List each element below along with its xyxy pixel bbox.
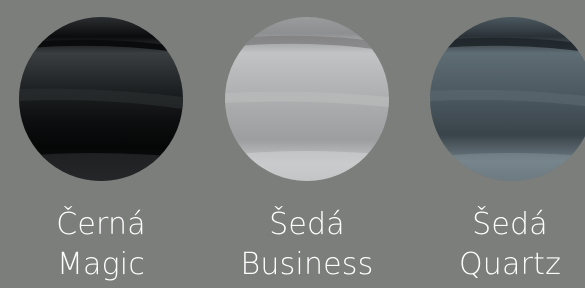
color-swatch-seda-quartz[interactable] [430,17,585,181]
color-name-line2: Business [240,247,374,282]
black-paint-sample [19,17,183,181]
color-name-line1: Černá [56,207,146,242]
color-swatch-seda-business[interactable] [225,17,389,181]
color-label-cerna-magic: Černá Magic [1,205,201,285]
grey-paint-sample [225,17,389,181]
color-label-seda-quartz: Šedá Quartz [410,205,585,285]
color-swatch-cerna-magic[interactable] [19,17,183,181]
color-label-seda-business: Šedá Business [207,205,407,285]
color-name-line1: Šedá [269,207,345,242]
color-name-line2: Quartz [458,247,562,282]
color-name-line1: Šedá [472,207,548,242]
color-name-line2: Magic [56,247,146,282]
quartz-grey-paint-sample [430,17,585,181]
